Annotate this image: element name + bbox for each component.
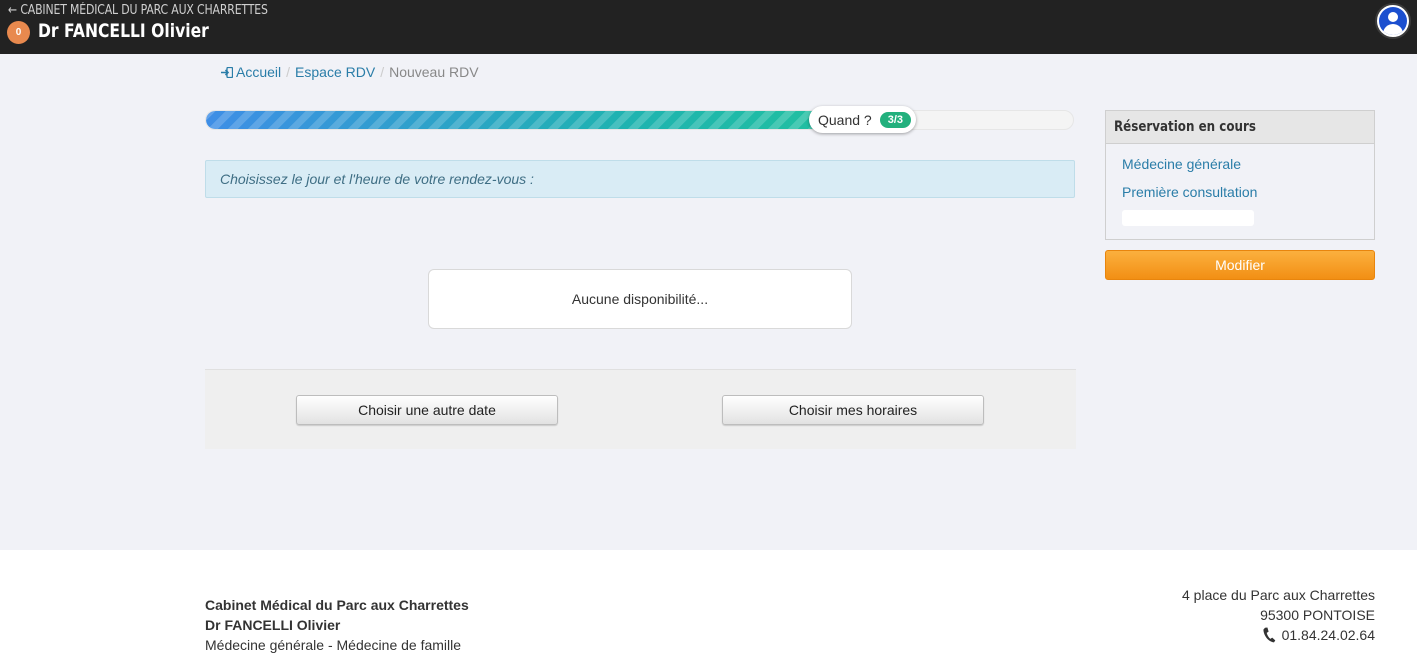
reservation-title: Réservation en cours xyxy=(1106,111,1374,144)
breadcrumb-space[interactable]: Espace RDV xyxy=(295,64,375,80)
footer: Cabinet Médical du Parc aux Charrettes D… xyxy=(0,550,1417,665)
choose-other-date-button[interactable]: Choisir une autre date xyxy=(296,395,558,425)
phone-icon xyxy=(1262,627,1275,643)
back-link[interactable]: ← CABINET MÉDICAL DU PARC AUX CHARRETTES xyxy=(8,3,268,18)
instruction-alert: Choisissez le jour et l'heure de votre r… xyxy=(205,160,1075,198)
actions-panel: Choisir une autre date Choisir mes horai… xyxy=(205,369,1076,449)
arrow-left-icon: ← xyxy=(8,3,17,18)
footer-address-line2: 95300 PONTOISE xyxy=(1260,607,1375,623)
footer-specialties: Médecine générale - Médecine de famille xyxy=(205,637,462,653)
reservation-summary: Réservation en cours Médecine générale P… xyxy=(1105,110,1375,240)
step-name: Quand ? xyxy=(818,111,872,128)
step-progress-label: Quand ? 3/3 xyxy=(809,106,917,133)
breadcrumb-separator: / xyxy=(380,64,385,80)
footer-cabinet-name: Cabinet Médical du Parc aux Charrettes xyxy=(205,597,469,613)
step-progress-fill xyxy=(206,111,909,129)
footer-phone[interactable]: 01.84.24.02.64 xyxy=(1182,625,1375,645)
reservation-consultation: Première consultation xyxy=(1122,184,1258,200)
doctor-title: Dr FANCELLI Olivier xyxy=(38,20,209,42)
notification-badge[interactable]: 0 xyxy=(7,21,30,44)
step-progress-bar xyxy=(205,110,1074,130)
sign-in-icon xyxy=(221,67,233,78)
choose-my-hours-button[interactable]: Choisir mes horaires xyxy=(722,395,984,425)
breadcrumb-home[interactable]: Accueil xyxy=(221,64,281,80)
reservation-specialty: Médecine générale xyxy=(1122,156,1242,172)
footer-right: 4 place du Parc aux Charrettes 95300 PON… xyxy=(1182,585,1375,645)
step-badge: 3/3 xyxy=(879,111,912,128)
reservation-title-label: Réservation en cours xyxy=(1114,119,1256,135)
redacted-field xyxy=(1122,210,1254,226)
no-availability-box: Aucune disponibilité... xyxy=(428,269,852,329)
footer-left: Cabinet Médical du Parc aux Charrettes D… xyxy=(205,595,469,655)
top-bar: ← CABINET MÉDICAL DU PARC AUX CHARRETTES … xyxy=(0,0,1417,54)
breadcrumb-current: Nouveau RDV xyxy=(389,64,479,80)
back-link-label: CABINET MÉDICAL DU PARC AUX CHARRETTES xyxy=(20,3,268,18)
breadcrumb: Accueil / Espace RDV / Nouveau RDV xyxy=(221,64,479,80)
user-avatar-icon[interactable] xyxy=(1375,3,1411,39)
footer-address-line1: 4 place du Parc aux Charrettes xyxy=(1182,587,1375,603)
breadcrumb-home-label: Accueil xyxy=(236,64,282,80)
modify-button[interactable]: Modifier xyxy=(1105,250,1375,280)
footer-doctor-name: Dr FANCELLI Olivier xyxy=(205,617,341,633)
breadcrumb-separator: / xyxy=(286,64,291,80)
footer-phone-number: 01.84.24.02.64 xyxy=(1281,627,1375,643)
